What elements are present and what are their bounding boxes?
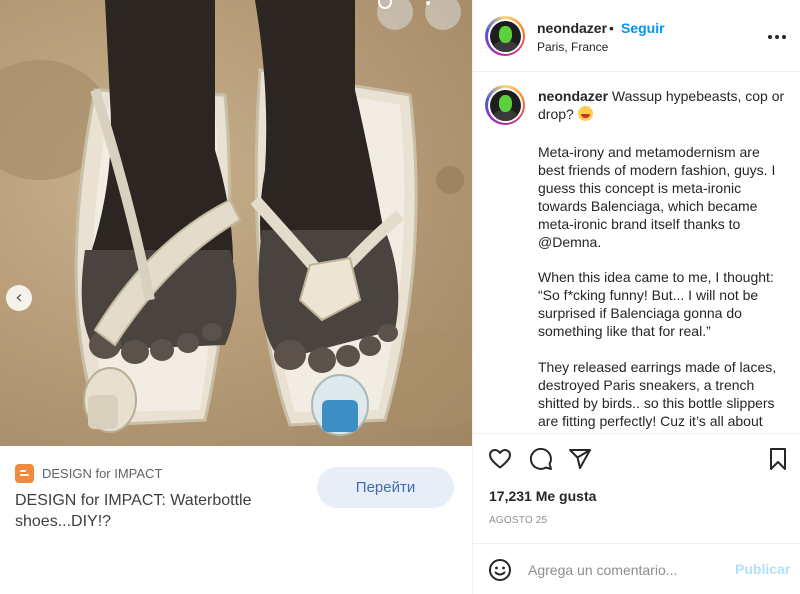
post-comment-button[interactable]: Publicar — [735, 561, 790, 577]
likes-count[interactable]: 17,231 Me gusta — [489, 488, 596, 504]
heart-icon[interactable] — [487, 446, 513, 472]
chevron-left-icon[interactable]: ‹ — [6, 285, 32, 311]
post-caption: neondazer Wassup hypebeasts, cop or drop… — [473, 73, 800, 433]
avatar[interactable] — [485, 16, 525, 56]
caption-intro: neondazer Wassup hypebeasts, cop or drop… — [538, 87, 788, 123]
caption-paragraph: Meta-irony and metamodernism are best fr… — [538, 144, 776, 250]
smiley-icon[interactable] — [487, 557, 513, 583]
actions-divider — [473, 433, 800, 434]
follow-button[interactable]: Seguir — [621, 20, 665, 36]
comment-icon[interactable] — [528, 446, 554, 472]
ad-title[interactable]: DESIGN for IMPACT: Waterbottle shoes...D… — [15, 490, 295, 532]
more-horizontal-icon[interactable] — [767, 27, 787, 47]
post-date: AGOSTO 25 — [489, 515, 548, 526]
comment-divider — [473, 543, 800, 544]
post-username[interactable]: neondazer — [537, 20, 607, 36]
ad-source: DESIGN for IMPACT — [15, 464, 162, 483]
caption-avatar[interactable] — [485, 85, 525, 125]
blogger-icon — [15, 464, 34, 483]
caption-paragraph: When this idea came to me, I thought: “S… — [538, 269, 774, 339]
caption-paragraph: They released earrings made of laces, de… — [538, 359, 777, 429]
feet-in-bottle-slippers-image — [0, 0, 472, 436]
separator-dot: • — [609, 20, 614, 36]
post-location[interactable]: Paris, France — [537, 40, 608, 54]
post-side-panel: neondazer • Seguir Paris, France neondaz… — [473, 0, 800, 594]
send-icon[interactable] — [567, 446, 593, 472]
post-header: neondazer • Seguir Paris, France — [473, 0, 800, 72]
caption-username[interactable]: neondazer — [538, 88, 608, 104]
bookmark-icon[interactable] — [765, 446, 791, 472]
post-photo[interactable]: ‹ — [0, 0, 472, 446]
ad-card[interactable]: DESIGN for IMPACT DESIGN for IMPACT: Wat… — [0, 446, 472, 594]
ad-source-label: DESIGN for IMPACT — [42, 466, 163, 481]
comment-input[interactable] — [528, 559, 718, 581]
instagram-post-view: ‹ DESIGN for IMPACT DESIGN for IMPACT: W… — [0, 0, 800, 594]
laughing-emoji-icon — [577, 106, 593, 121]
ad-go-button[interactable]: Перейти — [317, 467, 454, 508]
